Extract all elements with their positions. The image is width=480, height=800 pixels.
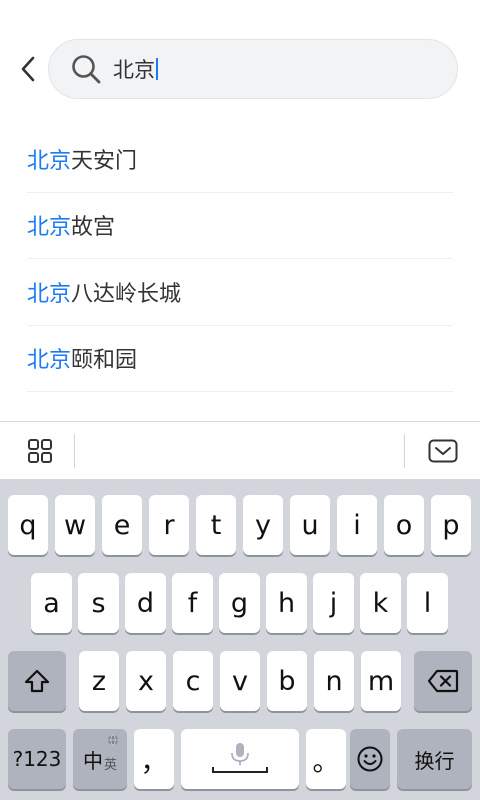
key-g[interactable]: g (219, 573, 260, 633)
emoji-icon (357, 746, 383, 772)
key-r[interactable]: r (149, 495, 189, 555)
keyboard-hide-icon (428, 439, 458, 463)
key-y[interactable]: y (243, 495, 283, 555)
key-n[interactable]: n (314, 651, 354, 711)
key-d[interactable]: d (125, 573, 166, 633)
language-switch-key[interactable]: 中英 (73, 729, 127, 789)
enter-key-label: 换行 (414, 748, 455, 773)
keyboard-menu-button[interactable] (15, 433, 67, 469)
key-x[interactable]: x (126, 651, 166, 711)
key-s[interactable]: s (78, 573, 119, 633)
suggestion-item[interactable]: 北京 故宫 (27, 193, 453, 259)
key-p[interactable]: p (431, 495, 471, 555)
numbers-key-label: ?123 (12, 747, 62, 771)
enter-key[interactable]: 换行 (397, 729, 472, 789)
key-l[interactable]: l (407, 573, 448, 633)
keyboard: q w e r t y u i o p a s d f g h j k l z … (0, 479, 480, 800)
search-text: 北京 (113, 58, 155, 82)
emoji-key[interactable] (350, 729, 390, 789)
key-f[interactable]: f (172, 573, 213, 633)
back-button[interactable] (10, 50, 46, 88)
suggestion-item[interactable]: 北京 八达岭长城 (27, 259, 453, 326)
key-b[interactable]: b (267, 651, 307, 711)
key-k[interactable]: k (360, 573, 401, 633)
key-a[interactable]: a (31, 573, 72, 633)
key-m[interactable]: m (361, 651, 401, 711)
search-input[interactable]: 北京 (48, 39, 458, 99)
space-key[interactable] (181, 729, 299, 789)
comma-key[interactable]: ， (134, 729, 174, 789)
key-e[interactable]: e (102, 495, 142, 555)
toolbar-divider (74, 434, 75, 468)
microphone-icon (212, 743, 268, 773)
suggestion-list: 北京 天安门 北京 故宫 北京 八达岭长城 北京 颐和园 (27, 126, 453, 392)
key-c[interactable]: c (173, 651, 213, 711)
numbers-key[interactable]: ?123 (8, 729, 66, 789)
backspace-icon (427, 669, 459, 693)
toolbar-divider (404, 434, 405, 468)
suggestion-highlight: 北京 (27, 215, 72, 241)
delete-key[interactable] (414, 651, 472, 711)
suggestion-item[interactable]: 北京 天安门 (27, 126, 453, 193)
hide-keyboard-button[interactable] (420, 433, 466, 469)
key-i[interactable]: i (337, 495, 377, 555)
key-q[interactable]: q (8, 495, 48, 555)
grid-icon (28, 439, 52, 463)
suggestion-item[interactable]: 北京 颐和园 (27, 326, 453, 392)
suggestion-highlight: 北京 (27, 281, 72, 307)
shift-key[interactable] (8, 651, 66, 711)
search-icon (69, 52, 103, 86)
key-h[interactable]: h (266, 573, 307, 633)
period-key[interactable]: 。 (306, 729, 346, 789)
key-v[interactable]: v (220, 651, 260, 711)
key-z[interactable]: z (79, 651, 119, 711)
search-header: 北京 (0, 0, 480, 138)
key-j[interactable]: j (313, 573, 354, 633)
keyboard-toolbar (0, 421, 480, 479)
suggestion-highlight: 北京 (27, 148, 72, 174)
suggestion-text: 天安门 (71, 148, 138, 174)
suggestion-text: 八达岭长城 (71, 281, 182, 307)
suggestion-text: 故宫 (71, 215, 116, 241)
language-key-main: 中 (82, 748, 103, 773)
shift-icon (24, 669, 50, 693)
key-t[interactable]: t (196, 495, 236, 555)
suggestion-highlight: 北京 (27, 348, 72, 374)
language-key-sub: 英 (103, 757, 117, 773)
key-u[interactable]: u (290, 495, 330, 555)
globe-icon (108, 734, 118, 746)
search-value: 北京 (113, 54, 158, 84)
chevron-left-icon (21, 56, 35, 82)
key-o[interactable]: o (384, 495, 424, 555)
text-caret (156, 58, 158, 80)
key-w[interactable]: w (55, 495, 95, 555)
suggestion-text: 颐和园 (71, 348, 138, 374)
